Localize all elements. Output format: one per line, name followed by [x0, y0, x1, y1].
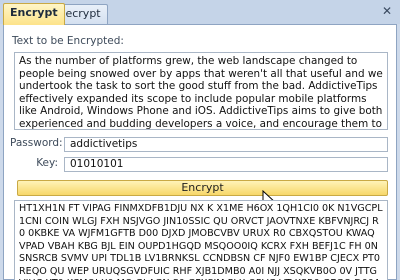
tab-encrypt[interactable]: Encrypt — [3, 3, 65, 25]
encrypted-output-area[interactable]: HT1XH1N FT VIPAG FINMXDFB1DJU NX K X1ME … — [14, 200, 388, 280]
input-text-area[interactable]: As the number of platforms grew, the web… — [14, 52, 388, 130]
encrypt-panel: Text to be Encrypted: As the number of p… — [3, 24, 397, 280]
key-label: Key: — [36, 157, 58, 169]
text-to-encrypt-label: Text to be Encrypted: — [12, 35, 124, 47]
close-icon[interactable]: ✕ — [380, 4, 394, 18]
key-field[interactable]: 01010101 — [64, 157, 388, 172]
tab-strip: Encrypt Decrypt ✕ — [0, 0, 400, 25]
password-label: Password: — [10, 137, 63, 149]
encrypt-app-window: Encrypt Decrypt ✕ Text to be Encrypted: … — [0, 0, 400, 280]
password-field[interactable]: addictivetips — [64, 137, 388, 152]
encrypt-button[interactable]: Encrypt — [17, 180, 388, 196]
